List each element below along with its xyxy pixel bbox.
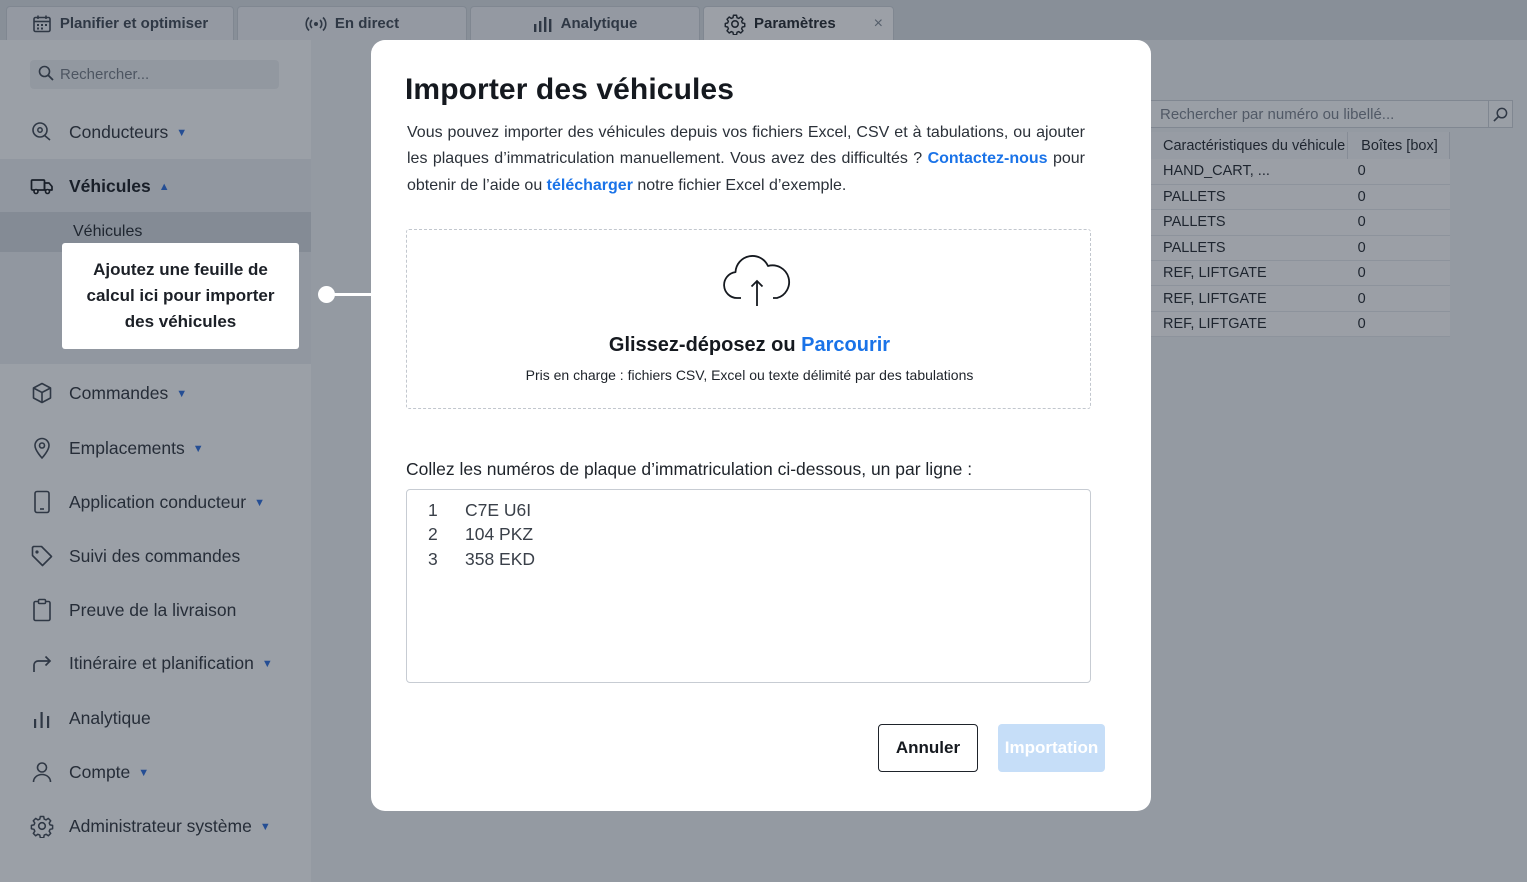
cancel-button[interactable]: Annuler	[878, 724, 978, 772]
tooltip-pointer-dot	[318, 286, 335, 303]
modal-description: Vous pouvez importer des véhicules depui…	[407, 120, 1085, 199]
plates-textarea[interactable]: 1 C7E U6I 2 104 PKZ 3 358 EKD	[406, 489, 1091, 683]
onboarding-tooltip: Ajoutez une feuille de calcul ici pour i…	[62, 243, 299, 349]
plate-value: 358 EKD	[465, 548, 536, 569]
line-number: 2	[428, 524, 438, 545]
cloud-upload-icon	[721, 254, 793, 308]
dropzone-title: Glissez-déposez ou Parcourir	[407, 334, 1092, 357]
plates-label: Collez les numéros de plaque d’immatricu…	[406, 459, 973, 479]
import-button[interactable]: Importation	[998, 724, 1105, 772]
browse-link[interactable]: Parcourir	[801, 334, 890, 356]
line-number: 3	[428, 548, 438, 569]
description-text: notre fichier Excel d’exemple.	[632, 176, 847, 194]
plate-line: 2 104 PKZ	[407, 523, 1090, 548]
download-link[interactable]: télécharger	[547, 177, 633, 194]
plate-value: 104 PKZ	[465, 524, 534, 545]
plate-line: 1 C7E U6I	[407, 498, 1090, 523]
tooltip-text: Ajoutez une feuille de calcul ici pour i…	[86, 260, 275, 331]
modal-title: Importer des véhicules	[405, 73, 734, 106]
contact-us-link[interactable]: Contactez-nous	[928, 150, 1048, 167]
line-number: 1	[428, 499, 438, 520]
dropzone-supported-formats: Pris en charge : fichiers CSV, Excel ou …	[525, 367, 974, 383]
import-vehicles-modal: Importer des véhicules Vous pouvez impor…	[371, 40, 1151, 811]
plate-line: 3 358 EKD	[407, 547, 1090, 572]
plate-value: C7E U6I	[465, 499, 532, 520]
dropzone-title-text: Glissez-déposez ou	[608, 334, 802, 356]
file-dropzone[interactable]: Glissez-déposez ou Parcourir Pris en cha…	[406, 229, 1091, 409]
